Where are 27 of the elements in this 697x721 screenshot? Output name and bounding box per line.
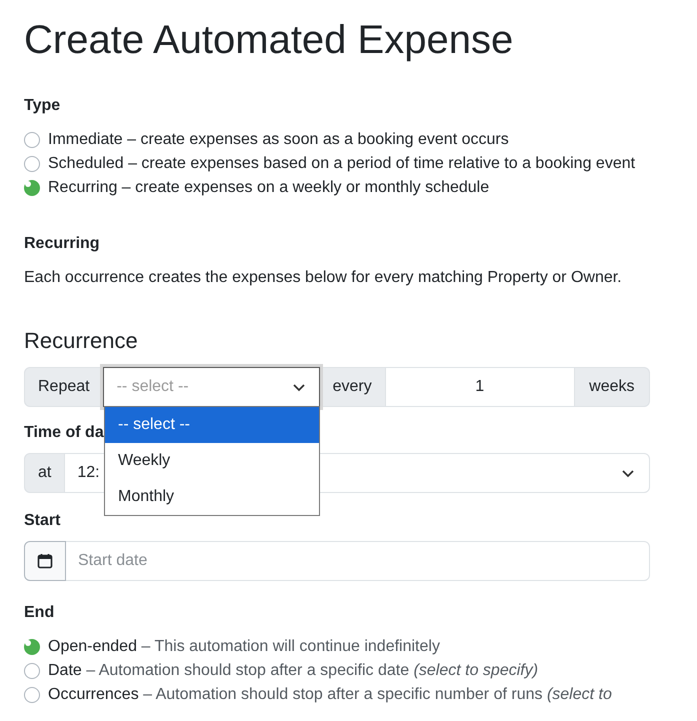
section-heading: Recurrence (24, 327, 139, 355)
radio-button[interactable] (24, 180, 40, 196)
radio-button[interactable] (24, 156, 40, 172)
calendar-button[interactable] (24, 541, 66, 581)
section-heading: Recurring (24, 234, 101, 254)
option-label: Date – Automation should stop after a specific date (select to specify) (48, 661, 538, 681)
section-heading: Start (24, 511, 62, 531)
calendar-icon (37, 553, 53, 569)
radio-button[interactable] (24, 132, 40, 148)
description-text: Each occurrence creates the expenses below for every matching Property or Owner. (24, 268, 623, 288)
page-title: Create Automated Expense (24, 17, 514, 64)
number-input[interactable]: 1 (384, 367, 575, 407)
input-addon: at (24, 453, 66, 493)
radio-button[interactable] (24, 687, 40, 703)
option-label: Occurrences – Automation should stop after a specific number of runs (select to (48, 685, 612, 705)
radio-button[interactable] (24, 663, 40, 679)
dropdown-option[interactable]: -- select -- (105, 407, 319, 443)
radio-button[interactable] (24, 639, 40, 655)
option-label: Open-ended – This automation will continue indefinitely (48, 637, 440, 657)
input-addon: weeks (574, 367, 650, 407)
option-label: Scheduled – create expenses based on a period of time relative to a booking event (48, 154, 636, 174)
section-heading: End (24, 603, 56, 623)
date-input[interactable]: Start date (66, 541, 650, 581)
option-label: Immediate – create expenses as soon as a booking event occurs (48, 130, 509, 150)
section-heading: Type (24, 96, 62, 116)
section-heading: Time of da (24, 423, 104, 443)
option-label: Recurring – create expenses on a weekly or monthly schedule (48, 178, 490, 198)
